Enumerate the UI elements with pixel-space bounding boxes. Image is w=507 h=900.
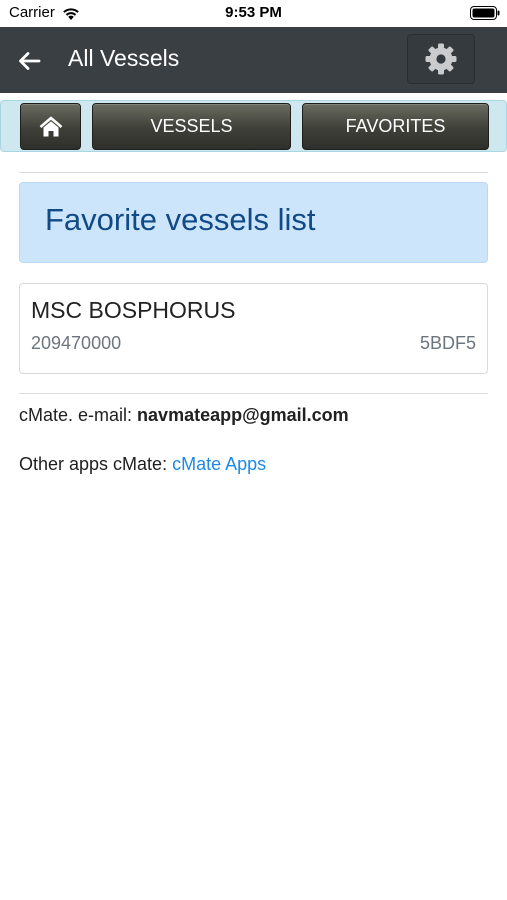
heading-box: Favorite vessels list xyxy=(19,182,488,263)
battery-icon xyxy=(470,6,500,20)
vessel-name: MSC BOSPHORUS xyxy=(31,297,236,323)
home-icon xyxy=(39,116,62,136)
apps-link[interactable]: cMate Apps xyxy=(172,454,266,474)
nav-bar: All Vessels xyxy=(0,27,507,93)
page-title: All Vessels xyxy=(68,45,180,71)
status-bar: Carrier 9:53 PM xyxy=(0,0,507,27)
vessel-card[interactable]: MSC BOSPHORUS 209470000 5BDF5 xyxy=(19,283,488,374)
status-time: 9:53 PM xyxy=(225,4,282,21)
vessel-callsign: 5BDF5 xyxy=(419,333,476,353)
email-line: cMate. e-mail: navmateapp@gmail.com xyxy=(19,405,349,426)
apps-label: Other apps cMate: xyxy=(19,454,168,474)
vessels-button[interactable]: VESSELS xyxy=(92,103,291,150)
section-heading: Favorite vessels list xyxy=(45,202,316,237)
email-label: cMate. e-mail: xyxy=(19,405,133,425)
settings-button[interactable] xyxy=(407,34,475,84)
apps-line: Other apps cMate: cMate Apps xyxy=(19,454,266,475)
home-button[interactable] xyxy=(20,103,81,150)
favorites-button[interactable]: FAVORITES xyxy=(302,103,489,150)
arrow-left-icon[interactable] xyxy=(16,49,42,73)
email-address: navmateapp@gmail.com xyxy=(137,405,349,425)
divider xyxy=(19,393,488,394)
vessel-mmsi: 209470000 xyxy=(31,333,122,353)
divider xyxy=(19,172,488,173)
button-bar: VESSELS FAVORITES xyxy=(0,100,507,152)
gear-icon xyxy=(425,43,457,75)
